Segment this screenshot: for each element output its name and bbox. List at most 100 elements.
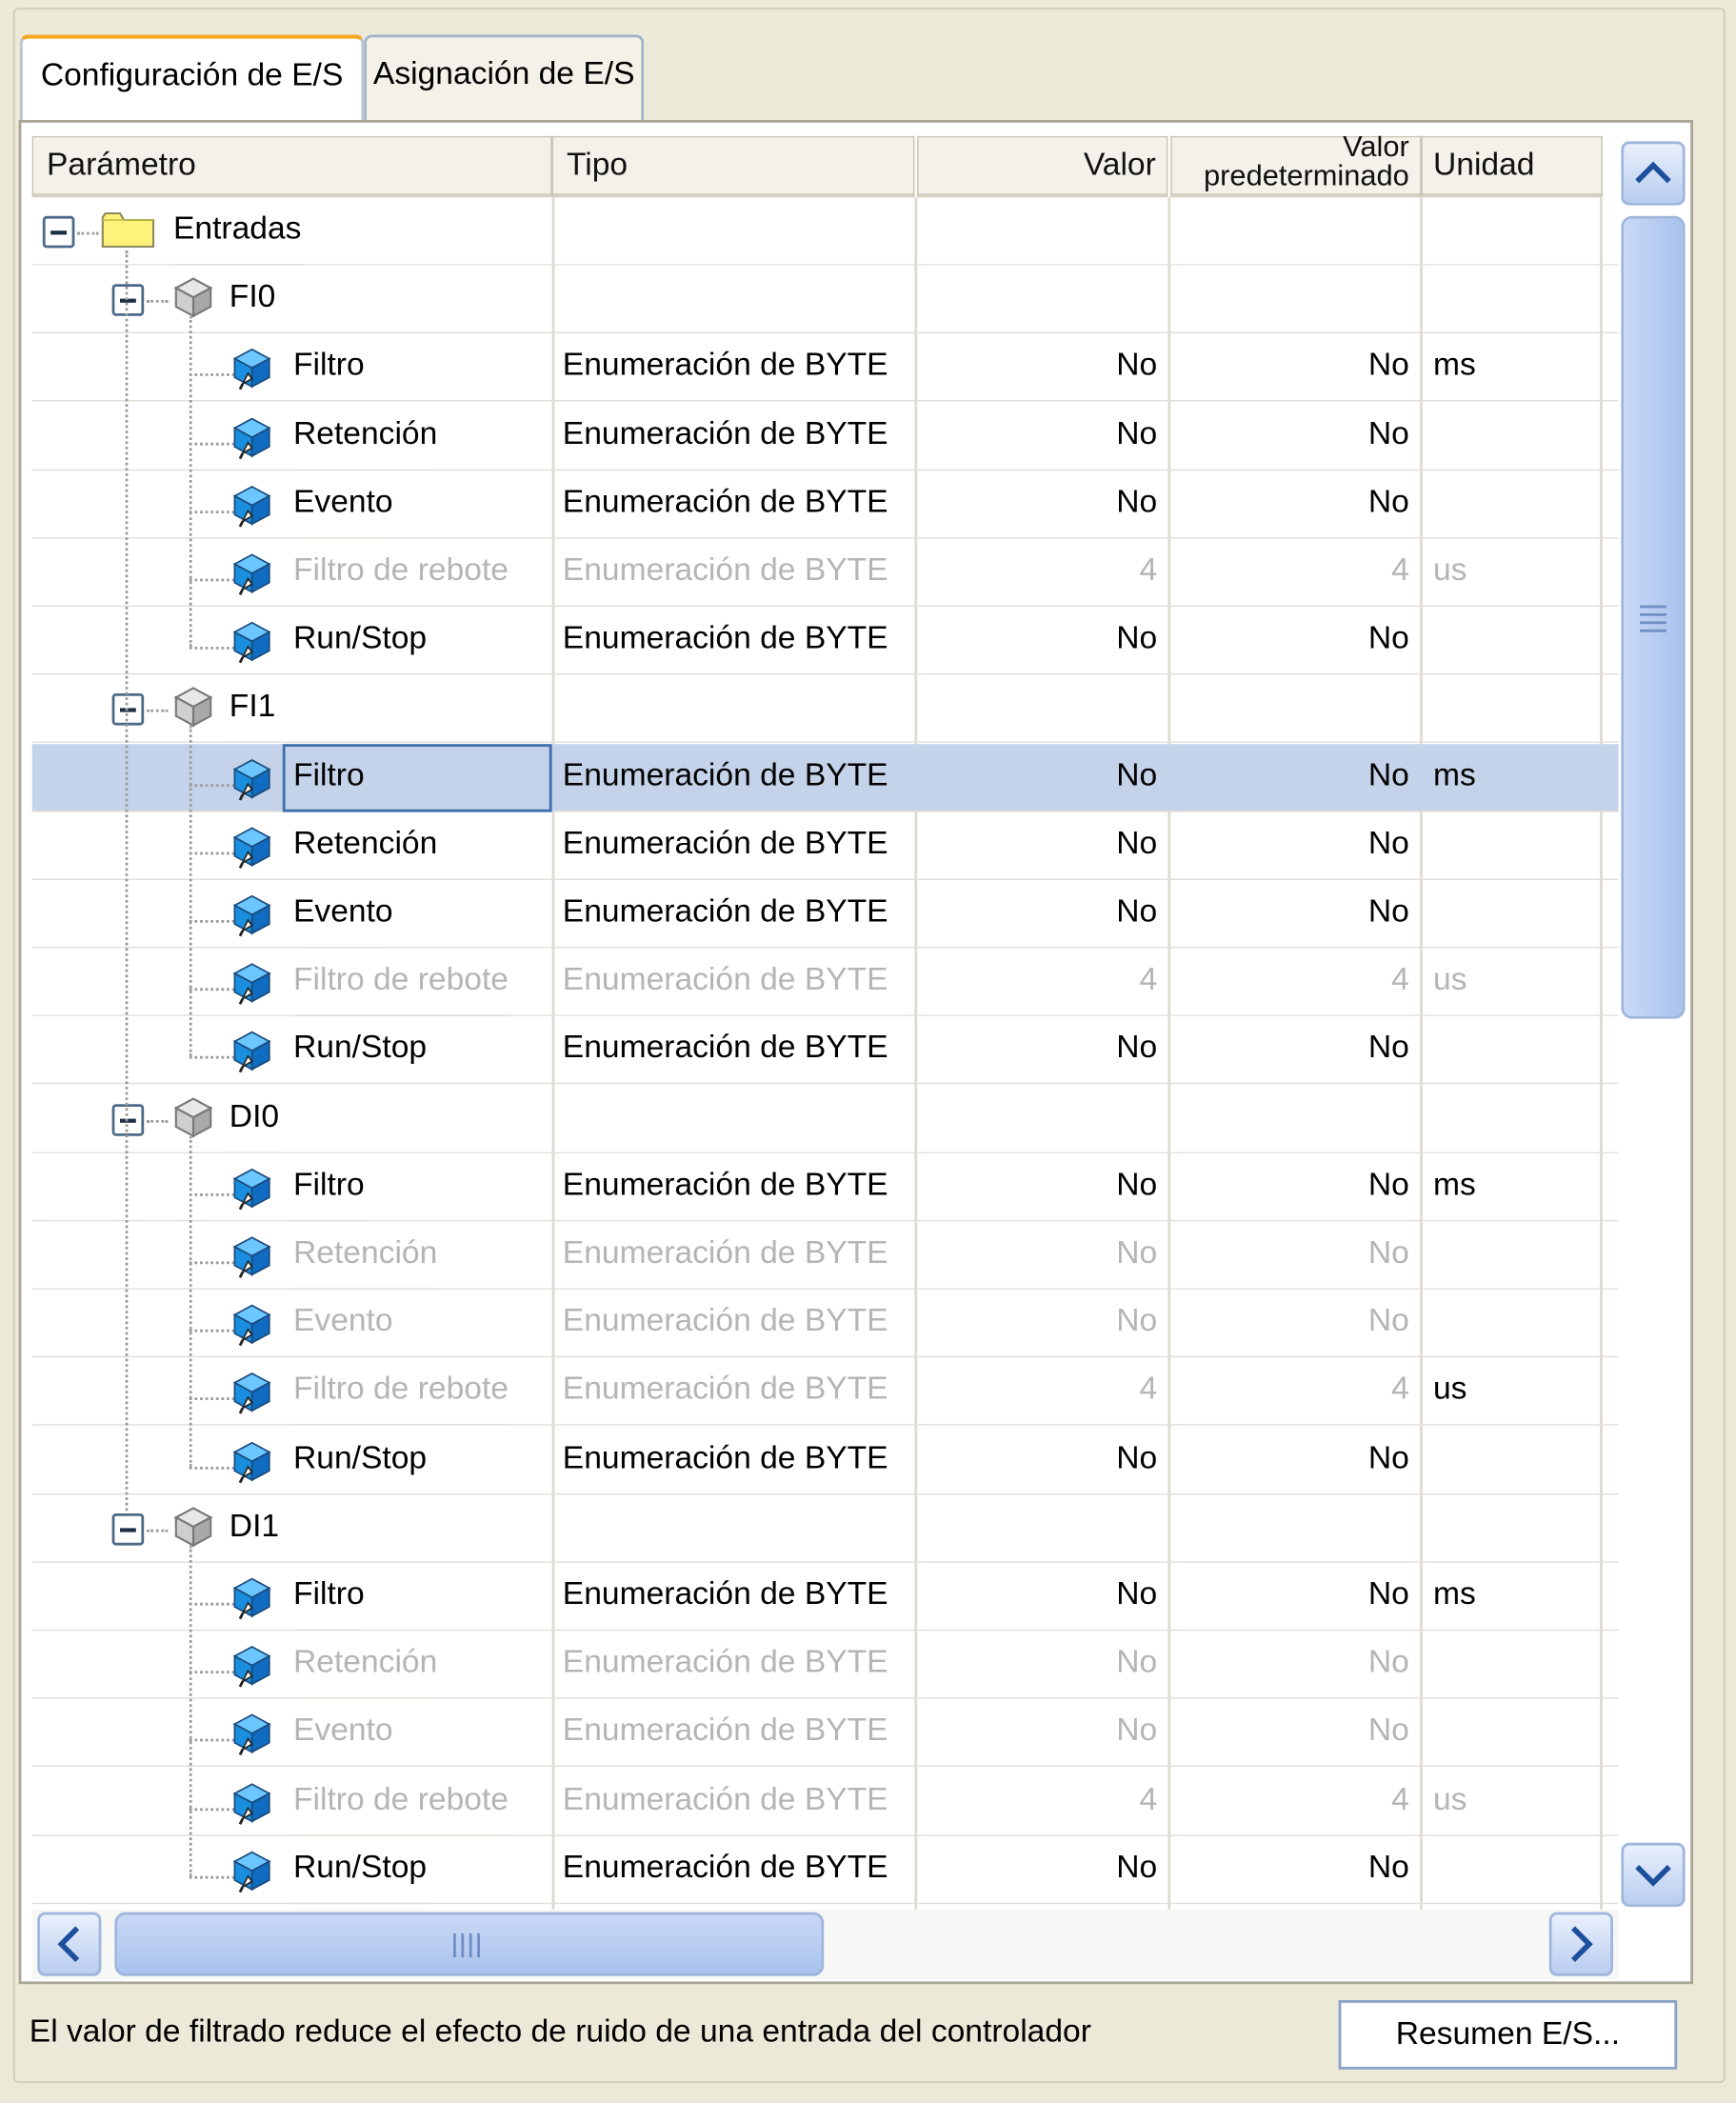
parameter-row[interactable]: Run/Stop Enumeración de BYTE No No — [31, 1836, 1619, 1904]
unidad-cell — [1420, 471, 1619, 539]
default-cell: 4 — [1167, 539, 1420, 607]
group-row[interactable]: FI1 — [31, 675, 1619, 744]
valor-cell[interactable]: No — [914, 1836, 1168, 1904]
parameter-icon — [232, 412, 272, 460]
valor-cell[interactable]: No — [914, 1426, 1168, 1494]
parameter-row[interactable]: Filtro Enumeración de BYTE No No ms — [31, 334, 1619, 402]
tree-connector — [189, 1397, 235, 1401]
parameter-row[interactable]: Retención Enumeración de BYTE No No — [31, 402, 1619, 471]
column-header-unidad[interactable]: Unidad — [1421, 135, 1603, 198]
grip-line — [469, 1933, 472, 1958]
valor-cell[interactable]: No — [914, 880, 1168, 949]
valor-cell[interactable]: No — [914, 402, 1168, 471]
parametro-cell[interactable] — [31, 1563, 552, 1632]
parametro-cell[interactable] — [31, 471, 552, 539]
parameter-icon — [232, 1778, 272, 1826]
tipo-cell — [551, 266, 915, 334]
valor-cell[interactable]: No — [914, 811, 1168, 880]
group-row[interactable]: DI1 — [31, 1494, 1619, 1563]
scroll-left-button[interactable] — [37, 1912, 102, 1976]
parameter-row[interactable]: Filtro Enumeración de BYTE No No ms — [31, 1153, 1619, 1222]
parametro-cell[interactable] — [31, 1631, 552, 1699]
column-header-tipo[interactable]: Tipo — [551, 135, 915, 198]
group-row[interactable]: FI0 — [31, 266, 1619, 334]
parameter-row[interactable]: Evento Enumeración de BYTE No No — [31, 1699, 1619, 1768]
parametro-cell[interactable] — [31, 1699, 552, 1768]
tab-asignacion[interactable]: Asignación de E/S — [364, 34, 645, 121]
parametro-cell[interactable] — [31, 880, 552, 949]
valor-cell[interactable]: No — [914, 744, 1168, 812]
parameter-row[interactable]: Filtro de rebote Enumeración de BYTE 4 4 us — [31, 949, 1619, 1017]
horizontal-scroll-thumb[interactable] — [114, 1912, 825, 1976]
tipo-cell: Enumeración de BYTE — [551, 402, 915, 471]
tipo-cell — [551, 675, 915, 744]
default-cell — [1167, 675, 1420, 744]
scroll-right-button[interactable] — [1548, 1912, 1613, 1976]
parametro-cell[interactable] — [31, 1221, 552, 1290]
valor-cell[interactable]: No — [914, 1016, 1168, 1085]
parameter-name: Evento — [293, 1699, 393, 1768]
valor-cell[interactable]: No — [914, 334, 1168, 402]
io-summary-button[interactable]: Resumen E/S... — [1338, 2000, 1678, 2070]
parameter-row[interactable]: Filtro de rebote Enumeración de BYTE 4 4 us — [31, 1358, 1619, 1427]
parametro-cell[interactable] — [31, 1016, 552, 1085]
parameter-row[interactable]: Filtro de rebote Enumeración de BYTE 4 4 us — [31, 1768, 1619, 1836]
parametro-cell[interactable] — [31, 1290, 552, 1358]
parameter-row[interactable]: Evento Enumeración de BYTE No No — [31, 1290, 1619, 1358]
valor-cell[interactable]: No — [914, 607, 1168, 675]
valor-cell[interactable]: No — [914, 1563, 1168, 1632]
parameter-name: Filtro — [293, 334, 365, 402]
parameter-row[interactable]: Evento Enumeración de BYTE No No — [31, 880, 1619, 949]
parametro-cell — [31, 1494, 552, 1563]
parametro-cell[interactable] — [31, 1836, 552, 1904]
parameter-grid[interactable]: Parámetro Tipo Valor Valor predeterminad… — [31, 135, 1619, 1910]
valor-cell: 4 — [914, 1358, 1168, 1427]
column-header-valor[interactable]: Valor — [917, 135, 1168, 198]
default-cell: No — [1167, 607, 1420, 675]
parameter-row[interactable]: Retención Enumeración de BYTE No No — [31, 1221, 1619, 1290]
parameter-row[interactable]: Filtro Enumeración de BYTE No No ms — [31, 743, 1619, 812]
parameter-icon — [232, 1164, 272, 1212]
selected-cell-focus — [282, 743, 552, 812]
parameter-row[interactable]: Run/Stop Enumeración de BYTE No No — [31, 1016, 1619, 1085]
parameter-row[interactable]: Retención Enumeración de BYTE No No — [31, 811, 1619, 880]
parameter-row[interactable]: Run/Stop Enumeración de BYTE No No — [31, 1426, 1619, 1494]
parametro-cell[interactable] — [31, 607, 552, 675]
scroll-down-button[interactable] — [1621, 1842, 1686, 1907]
collapse-minus-icon[interactable] — [42, 215, 75, 249]
valor-cell[interactable]: No — [914, 1153, 1168, 1222]
parametro-cell[interactable] — [31, 334, 552, 402]
tipo-cell: Enumeración de BYTE — [551, 1016, 915, 1085]
default-cell: No — [1167, 1631, 1420, 1699]
tipo-cell: Enumeración de BYTE — [551, 1358, 915, 1427]
grip-line — [1640, 613, 1666, 616]
column-header-valor-predeterminado[interactable]: Valor predeterminado — [1170, 135, 1422, 198]
parameter-row[interactable]: Run/Stop Enumeración de BYTE No No — [31, 607, 1619, 675]
parametro-cell[interactable] — [31, 811, 552, 880]
parameter-row[interactable]: Filtro Enumeración de BYTE No No ms — [31, 1563, 1619, 1632]
cube-icon — [173, 1505, 213, 1548]
scroll-up-button[interactable] — [1621, 141, 1686, 206]
collapse-minus-icon[interactable] — [111, 1512, 145, 1546]
parametro-cell[interactable] — [31, 402, 552, 471]
column-header-label: Tipo — [567, 147, 629, 183]
valor-cell[interactable]: No — [914, 471, 1168, 539]
io-configuration-window: Configuración de E/S Asignación de E/S P… — [0, 0, 1736, 2091]
parametro-cell[interactable] — [31, 1153, 552, 1222]
tab-configuracion[interactable]: Configuración de E/S — [20, 34, 365, 126]
unidad-cell: us — [1420, 949, 1619, 1017]
vertical-scroll-thumb[interactable] — [1621, 215, 1686, 1019]
unidad-cell — [1420, 1699, 1619, 1768]
parameter-icon — [232, 481, 272, 529]
valor-cell: No — [914, 1699, 1168, 1768]
root-row[interactable]: Entradas — [31, 197, 1619, 266]
parameter-row[interactable]: Evento Enumeración de BYTE No No — [31, 471, 1619, 539]
tree-connector — [189, 1261, 235, 1265]
parameter-row[interactable]: Retención Enumeración de BYTE No No — [31, 1631, 1619, 1699]
group-row[interactable]: DI0 — [31, 1085, 1619, 1153]
column-header-parametro[interactable]: Parámetro — [31, 135, 552, 198]
unidad-cell: ms — [1420, 1153, 1619, 1222]
parametro-cell[interactable] — [31, 1426, 552, 1494]
parameter-row[interactable]: Filtro de rebote Enumeración de BYTE 4 4 us — [31, 539, 1619, 607]
unidad-cell — [1420, 675, 1619, 744]
